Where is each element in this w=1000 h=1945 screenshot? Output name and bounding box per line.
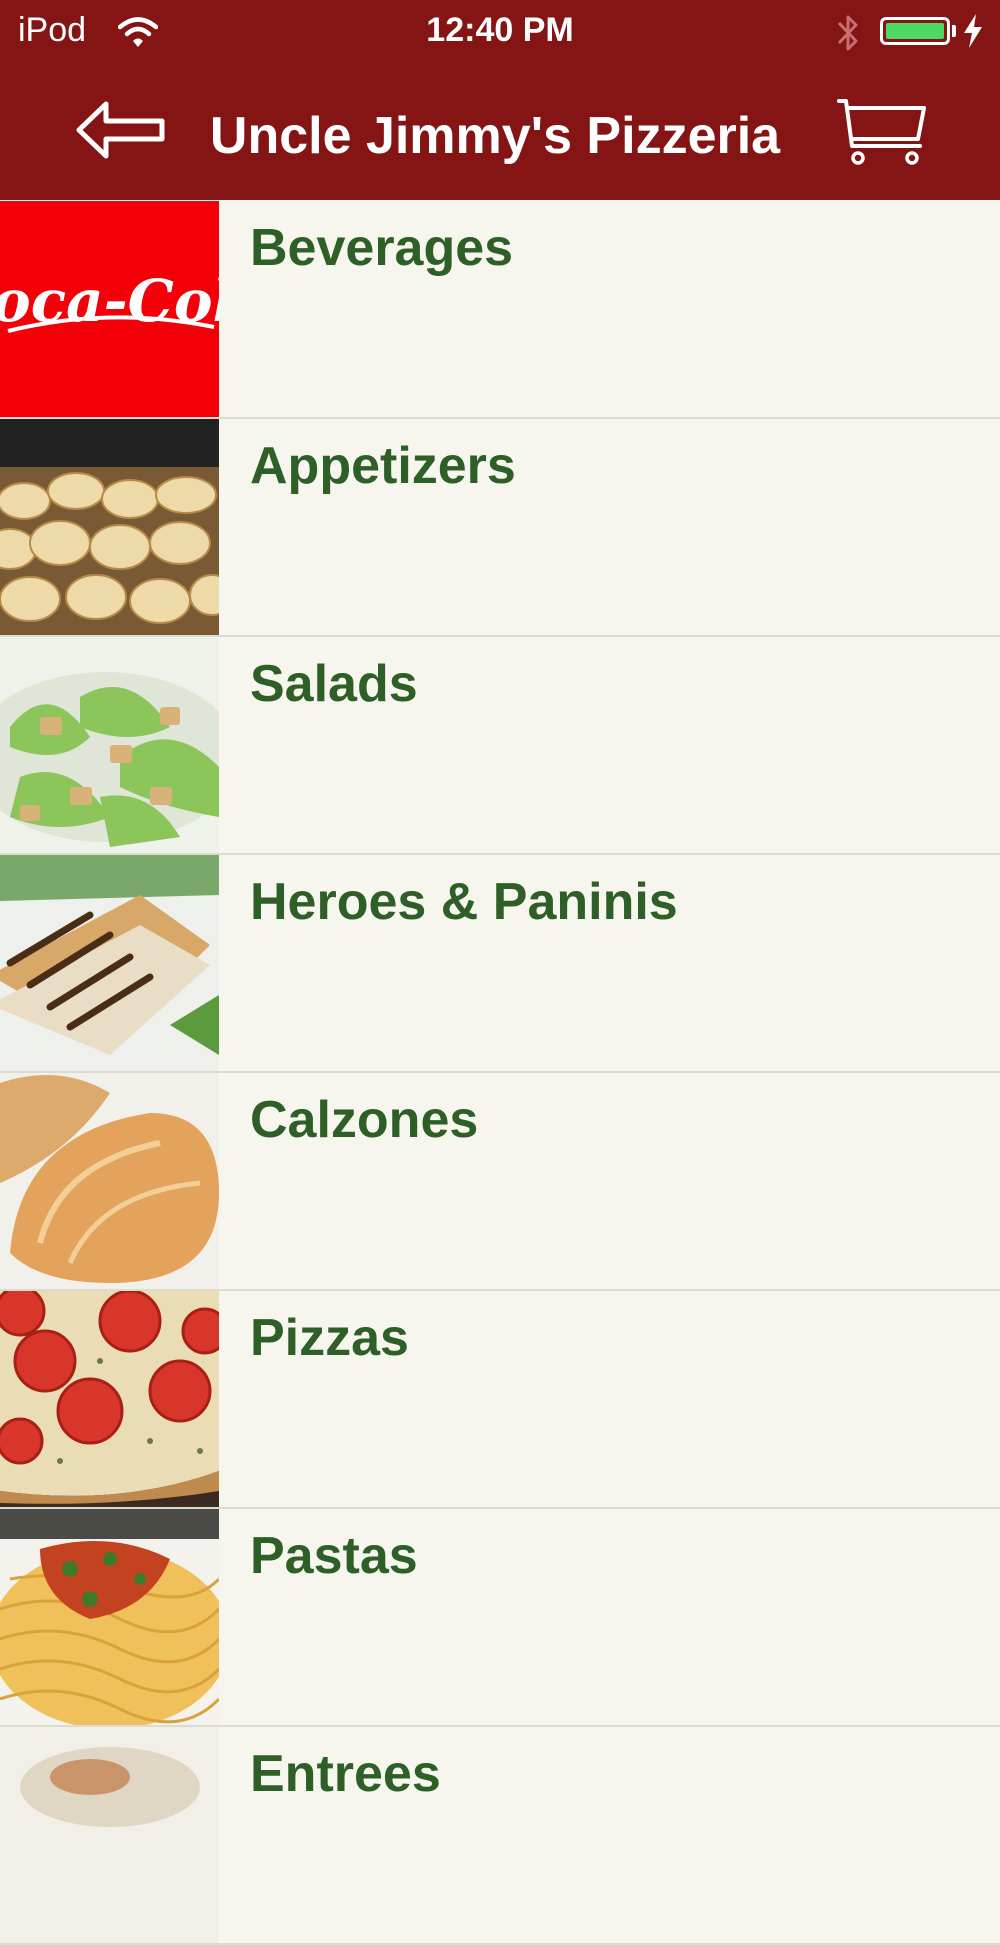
category-label: Beverages	[250, 219, 514, 277]
category-row-appetizers[interactable]: Appetizers	[0, 419, 1000, 637]
top-bar: iPod 12:40 PM Uncle Jimmy's Pizzeria	[0, 0, 1000, 200]
salads-thumbnail	[0, 637, 219, 853]
entrees-thumbnail	[0, 1727, 219, 1943]
appetizers-thumbnail	[0, 419, 219, 635]
category-label: Salads	[250, 655, 418, 713]
category-row-pastas[interactable]: Pastas	[0, 1509, 1000, 1727]
beverages-thumbnail: Coca-Cola	[0, 201, 219, 417]
calzones-thumbnail	[0, 1073, 219, 1289]
category-label: Heroes & Paninis	[250, 873, 678, 931]
category-row-pizzas[interactable]: Pizzas	[0, 1291, 1000, 1509]
battery-tip	[952, 25, 956, 37]
shopping-cart-icon[interactable]	[836, 96, 930, 168]
navigation-bar: Uncle Jimmy's Pizzeria	[0, 62, 1000, 200]
bluetooth-icon	[837, 15, 858, 51]
category-label: Calzones	[250, 1091, 479, 1149]
pizzas-thumbnail	[0, 1291, 219, 1507]
category-row-beverages[interactable]: Coca-Cola Beverages	[0, 201, 1000, 419]
heroes-paninis-thumbnail	[0, 855, 219, 1071]
category-label: Pastas	[250, 1527, 418, 1585]
status-bar: iPod 12:40 PM	[0, 0, 1000, 62]
pastas-thumbnail	[0, 1509, 219, 1725]
category-row-heroes-paninis[interactable]: Heroes & Paninis	[0, 855, 1000, 1073]
category-row-salads[interactable]: Salads	[0, 637, 1000, 855]
category-list: Coca-Cola Beverages Appetizers	[0, 201, 1000, 1945]
back-arrow-icon[interactable]	[74, 98, 166, 162]
category-label: Pizzas	[250, 1309, 409, 1367]
category-label: Entrees	[250, 1745, 441, 1803]
category-label: Appetizers	[250, 437, 516, 495]
category-row-entrees[interactable]: Entrees	[0, 1727, 1000, 1945]
page-title: Uncle Jimmy's Pizzeria	[209, 107, 781, 165]
charging-bolt-icon	[964, 14, 982, 48]
battery-icon	[880, 17, 950, 45]
category-row-calzones[interactable]: Calzones	[0, 1073, 1000, 1291]
